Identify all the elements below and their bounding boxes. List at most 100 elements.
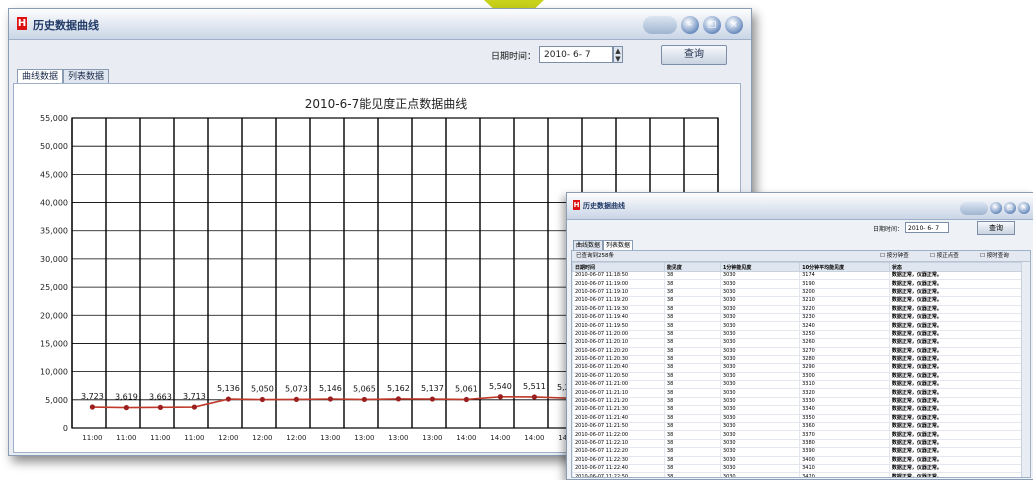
table-row[interactable]: 2010-06-07 11:22:50 38 3030 3420 数据正常，仪器正常。 xyxy=(572,472,1023,477)
y-tick-label: 45,000 xyxy=(40,170,68,179)
table-cell: 3030 xyxy=(719,287,801,298)
tab-list-data[interactable]: 列表数据 xyxy=(63,69,110,84)
table-row[interactable]: 2010-06-07 11:21:20 38 3030 3330 数据正常，仪器正常。 xyxy=(572,396,1023,407)
history-list-window: H 历史数据曲线 – □ × 日期时间： 2010- 6- 7 查询 曲线数据 … xyxy=(566,192,1033,480)
table-cell: 38 xyxy=(663,346,721,356)
table-cell: 2010-06-07 11:19:30 xyxy=(572,304,665,314)
table-row[interactable]: 2010-06-07 11:19:50 38 3030 3240 数据正常，仪器正常。 xyxy=(572,321,1023,331)
close-icon[interactable]: × xyxy=(725,16,743,34)
table-row[interactable]: 2010-06-07 11:21:10 38 3030 3320 数据正常，仪器正常。 xyxy=(572,388,1023,398)
table-cell: 数据正常，仪器正常。 xyxy=(888,438,1023,449)
table-cell: 数据正常，仪器正常。 xyxy=(888,455,1023,466)
table-cell: 数据正常，仪器正常。 xyxy=(888,463,1023,474)
minimize-icon[interactable]: – xyxy=(681,16,699,34)
table-row[interactable]: 2010-06-07 11:22:20 38 3030 3390 数据正常，仪器正常。 xyxy=(572,447,1023,457)
table-cell: 3230 xyxy=(799,312,890,323)
table-row[interactable]: 2010-06-07 11:19:20 38 3030 3210 数据正常，仪器正常。 xyxy=(572,296,1023,306)
checkbox-by-minute-label: 按分钟查 xyxy=(886,253,909,259)
data-point xyxy=(395,396,401,402)
table-row[interactable]: 2010-06-07 11:19:00 38 3030 3190 数据正常，仪器正常。 xyxy=(572,279,1023,289)
table-row[interactable]: 2010-06-07 11:19:10 38 3030 3200 数据正常，仪器正常。 xyxy=(572,287,1023,298)
table-cell: 3410 xyxy=(799,463,890,474)
table-cell: 3270 xyxy=(799,346,890,356)
data-label: 3,713 xyxy=(183,392,206,401)
table-cell: 数据正常，仪器正常。 xyxy=(888,371,1023,382)
checkbox-by-time[interactable]: ☐ 按时查询 xyxy=(980,251,1009,261)
column-header[interactable]: 能见度 xyxy=(663,262,721,272)
table-cell: 2010-06-07 11:22:20 xyxy=(572,447,665,457)
table-cell: 数据正常，仪器正常。 xyxy=(888,405,1023,415)
list-scrollbar[interactable] xyxy=(1021,262,1030,477)
table-cell: 数据正常，仪器正常。 xyxy=(888,422,1023,432)
column-header[interactable]: 日期时间 xyxy=(572,262,665,272)
table-cell: 3350 xyxy=(799,413,890,424)
y-tick-label: 40,000 xyxy=(40,199,68,208)
query-button[interactable]: 查询 xyxy=(661,45,727,65)
list-query-button[interactable]: 查询 xyxy=(977,221,1015,235)
table-row[interactable]: 2010-06-07 11:22:30 38 3030 3400 数据正常，仪器正常。 xyxy=(572,455,1023,466)
table-cell: 38 xyxy=(663,396,721,407)
table-row[interactable]: 2010-06-07 11:20:00 38 3030 3250 数据正常，仪器正常。 xyxy=(572,329,1023,340)
y-tick-label: 5,000 xyxy=(45,396,68,405)
table-cell: 38 xyxy=(663,287,721,298)
table-row[interactable]: 2010-06-07 11:21:30 38 3030 3340 数据正常，仪器正常。 xyxy=(572,405,1023,415)
table-row[interactable]: 2010-06-07 11:19:40 38 3030 3230 数据正常，仪器正常。 xyxy=(572,312,1023,323)
table-cell: 3030 xyxy=(719,463,801,474)
x-tick-label: 14:00 xyxy=(524,434,544,442)
record-count: 已查询到258条 xyxy=(576,253,614,259)
list-tab-curve-data[interactable]: 曲线数据 xyxy=(573,240,604,250)
table-row[interactable]: 2010-06-07 11:20:30 38 3030 3280 数据正常，仪器正常。 xyxy=(572,354,1023,365)
table-cell: 数据正常，仪器正常。 xyxy=(888,413,1023,424)
table-row[interactable]: 2010-06-07 11:19:30 38 3030 3220 数据正常，仪器正常。 xyxy=(572,304,1023,314)
table-cell: 3030 xyxy=(719,312,801,323)
table-row[interactable]: 2010-06-07 11:20:50 38 3030 3300 数据正常，仪器正常。 xyxy=(572,371,1023,382)
data-point xyxy=(259,396,265,403)
table-row[interactable]: 2010-06-07 11:20:20 38 3030 3270 数据正常，仪器正常。 xyxy=(572,346,1023,356)
table-cell: 数据正常，仪器正常。 xyxy=(888,396,1023,407)
date-picker[interactable]: 2010- 6- 7 xyxy=(539,46,613,63)
table-row[interactable]: 2010-06-07 11:22:40 38 3030 3410 数据正常，仪器正常。 xyxy=(572,463,1023,474)
data-label: 5,540 xyxy=(489,382,512,391)
table-row[interactable]: 2010-06-07 11:22:00 38 3030 3370 数据正常，仪器正常。 xyxy=(572,430,1023,440)
table-cell: 2010-06-07 11:22:00 xyxy=(572,430,665,440)
data-point xyxy=(497,394,503,400)
table-cell: 3290 xyxy=(799,363,890,373)
table-cell: 2010-06-07 11:19:00 xyxy=(572,279,665,289)
column-header[interactable]: 10分钟平均能见度 xyxy=(799,262,890,272)
table-cell: 3030 xyxy=(719,422,801,432)
table-cell: 3030 xyxy=(719,363,801,373)
column-header[interactable]: 1分钟能见度 xyxy=(719,262,801,272)
table-row[interactable]: 2010-06-07 11:18:50 38 3030 3174 数据正常，仪器正常。 xyxy=(572,270,1023,281)
table-cell: 2010-06-07 11:21:50 xyxy=(572,422,665,432)
list-minimize-icon[interactable]: – xyxy=(990,202,1002,214)
list-restore-icon[interactable]: □ xyxy=(1004,202,1016,214)
checkbox-by-hour[interactable]: ☐ 按正点查 xyxy=(930,251,959,261)
table-row[interactable]: 2010-06-07 11:20:10 38 3030 3260 数据正常，仪器正常。 xyxy=(572,338,1023,348)
data-label: 5,137 xyxy=(421,384,444,393)
table-row[interactable]: 2010-06-07 11:21:40 38 3030 3350 数据正常，仪器正常。 xyxy=(572,413,1023,424)
restore-icon[interactable]: □ xyxy=(703,16,721,34)
table-row[interactable]: 2010-06-07 11:21:50 38 3030 3360 数据正常，仪器正常。 xyxy=(572,422,1023,432)
table-cell: 2010-06-07 11:19:40 xyxy=(572,312,665,323)
list-date-picker[interactable]: 2010- 6- 7 xyxy=(905,222,949,233)
data-label: 3,663 xyxy=(149,392,172,401)
column-header[interactable]: 状态 xyxy=(888,262,1023,272)
checkbox-by-minute[interactable]: ☐ 按分钟查 xyxy=(880,251,909,261)
table-cell: 38 xyxy=(663,447,721,457)
table-cell: 3030 xyxy=(719,413,801,424)
data-point xyxy=(123,405,129,411)
date-spinner-icon[interactable]: ▲ ▼ xyxy=(613,46,623,63)
table-row[interactable]: 2010-06-07 11:21:00 38 3030 3310 数据正常，仪器正常。 xyxy=(572,380,1023,390)
table-cell: 2010-06-07 11:21:40 xyxy=(572,413,665,424)
list-close-icon[interactable]: × xyxy=(1018,202,1030,214)
tab-curve-data[interactable]: 曲线数据 xyxy=(17,69,64,84)
title-bar[interactable]: H 历史数据曲线 – □ × xyxy=(9,9,751,40)
table-row[interactable]: 2010-06-07 11:20:40 38 3030 3290 数据正常，仪器正常。 xyxy=(572,363,1023,373)
list-tab-list-data[interactable]: 列表数据 xyxy=(603,240,634,250)
list-title-bar[interactable]: H 历史数据曲线 – □ × xyxy=(567,193,1033,220)
table-cell: 38 xyxy=(663,304,721,314)
table-row[interactable]: 2010-06-07 11:22:10 38 3030 3380 数据正常，仪器正常。 xyxy=(572,438,1023,449)
table-cell: 38 xyxy=(663,463,721,474)
x-tick-label: 13:00 xyxy=(388,434,408,442)
table-cell: 38 xyxy=(663,438,721,449)
